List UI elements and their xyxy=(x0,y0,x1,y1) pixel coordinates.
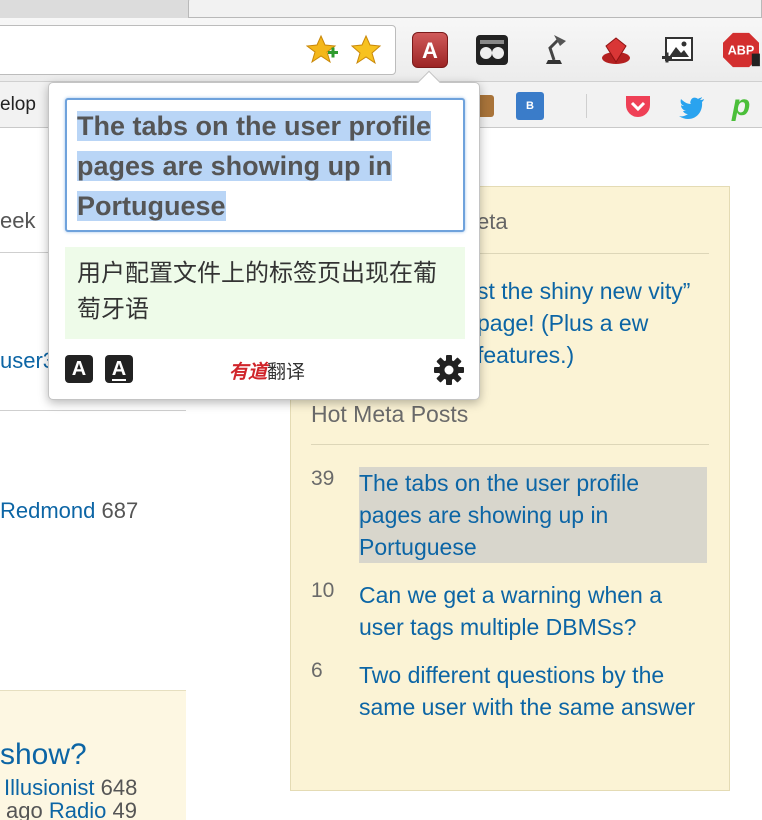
youdao-translate-extension-icon[interactable]: A xyxy=(412,32,448,68)
browser-toolbar: A ABP xyxy=(0,18,762,82)
hot-post-item: 6 Two different questions by the same us… xyxy=(311,659,711,755)
p-bookmark-icon[interactable]: p xyxy=(732,91,760,121)
hot-post-item: 39 The tabs on the user profile pages ar… xyxy=(311,467,711,563)
reputation-radio: 49 xyxy=(112,798,137,820)
bookmark-blue-icon[interactable]: B xyxy=(516,92,544,120)
time-ago: ago xyxy=(6,798,43,820)
week-label: eek xyxy=(0,208,36,233)
question-title-link[interactable]: show? xyxy=(0,738,87,772)
adblock-plus-icon[interactable]: ABP xyxy=(720,32,762,68)
source-text[interactable]: The tabs on the user profile pages are s… xyxy=(77,106,453,226)
svg-text:ABP: ABP xyxy=(728,44,755,58)
popup-footer: A A 有道翻译 xyxy=(65,353,465,385)
active-tab[interactable] xyxy=(188,0,762,18)
bookmarks-separator xyxy=(586,94,587,118)
ruby-extension-icon[interactable] xyxy=(598,32,634,68)
lamp-extension-icon[interactable] xyxy=(536,32,572,68)
gear-icon[interactable] xyxy=(433,354,465,386)
user-link-radio[interactable]: Radio xyxy=(49,798,106,820)
blog-post-link[interactable]: st the shiny new vity” page! (Plus a ew … xyxy=(477,275,707,371)
font-larger-label: A xyxy=(111,358,127,381)
bulletin-divider xyxy=(311,444,709,445)
twitter-icon[interactable] xyxy=(678,92,706,120)
translation-result: 用户配置文件上的标签页出现在葡萄牙语 xyxy=(65,247,465,339)
user-entry-redmond: Redmond 687 xyxy=(0,498,138,524)
tab-strip xyxy=(0,0,762,18)
youdao-brand-logo: 有道翻译 xyxy=(229,357,305,384)
selected-source-text: The tabs on the user profile pages are s… xyxy=(77,111,432,221)
hot-meta-posts-title: Hot Meta Posts xyxy=(311,401,469,427)
post-score: 39 xyxy=(311,467,335,490)
mask-extension-icon[interactable] xyxy=(474,32,510,68)
add-bookmark-star-icon[interactable] xyxy=(306,34,340,68)
image-extension-icon[interactable] xyxy=(660,32,696,68)
user-link-redmond[interactable]: Redmond xyxy=(0,498,95,523)
font-size-underline-icon[interactable]: A xyxy=(105,355,133,383)
brand-fanyi: 翻译 xyxy=(267,361,306,383)
hot-post-item: 10 Can we get a warning when a user tags… xyxy=(311,579,711,643)
post-score: 10 xyxy=(311,579,335,602)
user-link-illusionist[interactable]: Illusionist xyxy=(4,775,94,800)
post-score: 6 xyxy=(311,659,323,682)
divider xyxy=(0,410,186,411)
brand-youdao: 有道 xyxy=(229,361,268,383)
bulletin-section-title: eta xyxy=(477,209,508,234)
user-link[interactable]: user3 xyxy=(0,348,55,374)
font-size-icon[interactable]: A xyxy=(65,355,93,383)
bookmark-star-icon[interactable] xyxy=(350,34,382,66)
reputation-redmond: 687 xyxy=(101,498,139,523)
font-smaller-label: A xyxy=(71,358,87,380)
question-meta: ago Radio 49 xyxy=(6,798,137,820)
bookmark-developer-label[interactable]: elop xyxy=(0,94,36,116)
pocket-icon[interactable] xyxy=(624,92,652,120)
post-title-link[interactable]: The tabs on the user profile pages are s… xyxy=(359,467,707,563)
source-text-input[interactable]: The tabs on the user profile pages are s… xyxy=(65,98,465,232)
reputation-illusionist: 648 xyxy=(100,775,138,800)
post-title-link[interactable]: Can we get a warning when a user tags mu… xyxy=(359,579,707,643)
translation-popup: The tabs on the user profile pages are s… xyxy=(48,70,480,400)
post-title-link[interactable]: Two different questions by the same user… xyxy=(359,659,707,723)
